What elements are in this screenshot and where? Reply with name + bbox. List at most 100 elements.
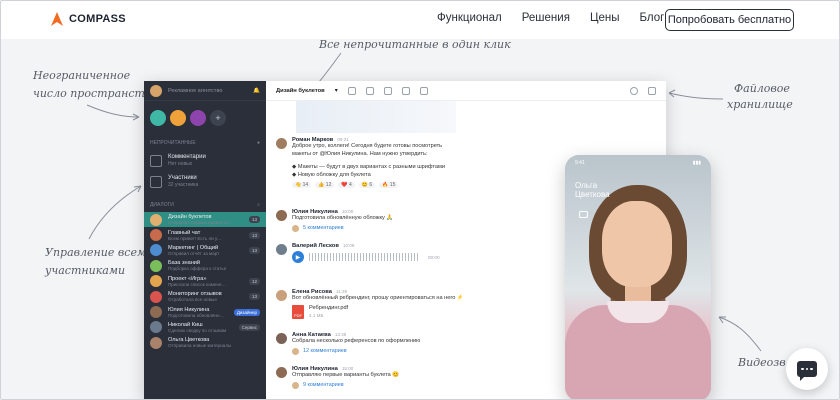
- chat-icon[interactable]: [579, 211, 588, 218]
- reaction[interactable]: 🔥 15: [379, 182, 399, 189]
- unread-section-label: НЕПРОЧИТАННЫЕ ●: [144, 132, 266, 150]
- reaction[interactable]: 👋 14: [292, 182, 312, 189]
- chat-preview: Прислали список измене…: [168, 281, 227, 287]
- play-icon[interactable]: ▶: [292, 251, 304, 263]
- message-text: Вот обновлённый ребрендинг, прошу ориент…: [292, 295, 464, 301]
- chat-list-item-body: Проект «Игра» Прислали список измене…: [168, 276, 243, 287]
- avatar[interactable]: [276, 367, 287, 378]
- bell-icon[interactable]: [383, 86, 392, 95]
- chat-list-item[interactable]: Мониторинг отзывов Отработала все новые 13: [144, 289, 266, 304]
- caller-first-name: Ольга: [575, 181, 598, 190]
- comments-link[interactable]: 5 комментариев: [292, 224, 393, 232]
- search-icon[interactable]: ⌕: [257, 202, 260, 208]
- dialogs-label: ДИАЛОГИ: [150, 202, 174, 208]
- chat-list-item[interactable]: Ольга Цветкова Отправила новые материалы: [144, 335, 266, 350]
- sidebar: Рекламное агентство 🔔 + НЕПРОЧИТАННЫЕ ● …: [144, 81, 266, 399]
- message: Елена Рисова 11:29 Вот обновлённый ребрен…: [276, 289, 464, 319]
- toggle-icon[interactable]: ●: [257, 140, 260, 146]
- pdf-icon: PDF: [292, 304, 304, 319]
- avatar: [150, 244, 162, 257]
- chat-list-item[interactable]: База знаний Подборка оффера к статье: [144, 258, 266, 273]
- chat-list-item-body: Дизайн буклетов Отправлю первые варианты…: [168, 214, 243, 225]
- phone-time: 9:41: [575, 160, 585, 166]
- members-icon[interactable]: [401, 86, 410, 95]
- sidebar-item-comments[interactable]: Комментарии Нет новых: [144, 150, 266, 171]
- chat-list-item[interactable]: Дизайн буклетов Отправлю первые варианты……: [144, 212, 266, 228]
- comments-link[interactable]: 9 комментариев: [292, 381, 399, 389]
- add-icon[interactable]: [419, 86, 428, 95]
- message-author[interactable]: Валерий Лесков: [292, 243, 339, 249]
- folder-icon[interactable]: [648, 86, 656, 95]
- chat-badge: Дизайнер: [233, 308, 260, 316]
- chat-list: Дизайн буклетов Отправлю первые варианты……: [144, 212, 266, 351]
- page-frame: COMPASS Функционал Решения Цены Блог Поп…: [0, 0, 840, 400]
- space-icon[interactable]: [170, 110, 186, 126]
- space-icon[interactable]: [150, 110, 166, 126]
- comments-count: 9 комментариев: [303, 382, 344, 389]
- chat-list-item-body: Юлия Никулина Подготовила обновлённ…: [168, 307, 228, 318]
- message-text: Отправляю первые варианты буклета 😊: [292, 372, 400, 378]
- message: Юлия Никулина 10:00 Подготовила обновлённ…: [276, 209, 393, 232]
- chat-preview: Отправила новые материалы: [168, 343, 232, 349]
- file-attachment[interactable]: PDF Ребрендинг.pdf 4.1 МБ: [292, 304, 464, 319]
- chat-list-item[interactable]: Маркетинг | Общий Отправил отчёт за март 1…: [144, 243, 266, 258]
- image-attachment[interactable]: [296, 101, 456, 133]
- avatar[interactable]: [276, 290, 287, 301]
- chat-list-item[interactable]: Юлия Никулина Подготовила обновлённ… Дизай…: [144, 304, 266, 319]
- chat-list-item-body: Главный чат Всем привет! Есть ли у…: [168, 230, 243, 241]
- sidebar-item-members[interactable]: Участники 32 участника: [144, 171, 266, 192]
- avatar[interactable]: [276, 138, 287, 149]
- chevron-down-icon[interactable]: ▾: [335, 88, 338, 94]
- chat-list-item[interactable]: Главный чат Всем привет! Есть ли у… 13: [144, 227, 266, 242]
- chat-preview: Всем привет! Есть ли у…: [168, 235, 222, 241]
- video-call-phone: 9:41 ▮▮▮ Ольга Цветкова: [565, 155, 711, 399]
- avatar: [292, 381, 299, 389]
- star-icon[interactable]: [347, 86, 356, 95]
- chat-badge: 13: [248, 231, 260, 239]
- avatar: [150, 321, 162, 334]
- avatar: [150, 213, 162, 226]
- chat-badge: 13: [248, 246, 260, 254]
- avatar: [150, 306, 162, 319]
- avatar[interactable]: [276, 333, 287, 344]
- chat-preview: Подготовила обновлённ…: [168, 312, 225, 318]
- avatar[interactable]: [276, 244, 287, 255]
- chat-list-item[interactable]: Проект «Игра» Прислали список измене… 12: [144, 274, 266, 289]
- dialogs-section-label: ДИАЛОГИ ⌕: [144, 192, 266, 212]
- bell-icon[interactable]: 🔔: [253, 88, 260, 94]
- chat-badge: Сервис: [238, 323, 260, 331]
- avatar[interactable]: [276, 210, 287, 221]
- caller-photo-face: [602, 201, 672, 287]
- reaction[interactable]: ❤️ 4: [338, 182, 355, 189]
- pin-icon[interactable]: [365, 86, 374, 95]
- avatar: [150, 290, 162, 303]
- signal-icon: ▮▮▮: [692, 160, 701, 166]
- members-title: Участники: [168, 175, 197, 181]
- chat-title[interactable]: Дизайн буклетов: [276, 88, 325, 94]
- reaction[interactable]: 👍 12: [315, 182, 335, 189]
- comments-title: Комментарии: [168, 154, 206, 160]
- reaction[interactable]: 😊 6: [358, 182, 376, 189]
- avatar: [292, 224, 299, 232]
- space-icon[interactable]: [190, 110, 206, 126]
- user-avatar[interactable]: [150, 84, 162, 97]
- message-time: 09:21: [337, 137, 349, 142]
- comments-icon: [150, 154, 162, 167]
- support-chat-button[interactable]: [786, 348, 828, 390]
- add-space-icon[interactable]: +: [210, 110, 226, 126]
- caller-last-name: Цветкова: [575, 190, 610, 199]
- chat-list-item-body: База знаний Подборка оффера к статье: [168, 260, 260, 271]
- message-text: ◆ Новую обложку для буклета: [292, 171, 371, 178]
- chat-preview: Отправил отчёт за март: [168, 250, 220, 256]
- chat-list-item[interactable]: Николай Киш Сделаю сводку по отзывам Серви…: [144, 320, 266, 335]
- workspace-name: Рекламное агентство: [168, 87, 223, 94]
- comments-link[interactable]: 12 комментариев: [292, 347, 420, 355]
- message-time: 13:45: [334, 332, 347, 337]
- avatar: [150, 336, 162, 349]
- workspace-header[interactable]: Рекламное агентство 🔔: [144, 81, 266, 101]
- phone-status-bar: 9:41 ▮▮▮: [575, 160, 701, 166]
- spaces-list: +: [144, 101, 266, 132]
- info-icon[interactable]: [630, 86, 638, 95]
- waveform[interactable]: [309, 253, 419, 261]
- message-time: 10:08: [342, 243, 355, 248]
